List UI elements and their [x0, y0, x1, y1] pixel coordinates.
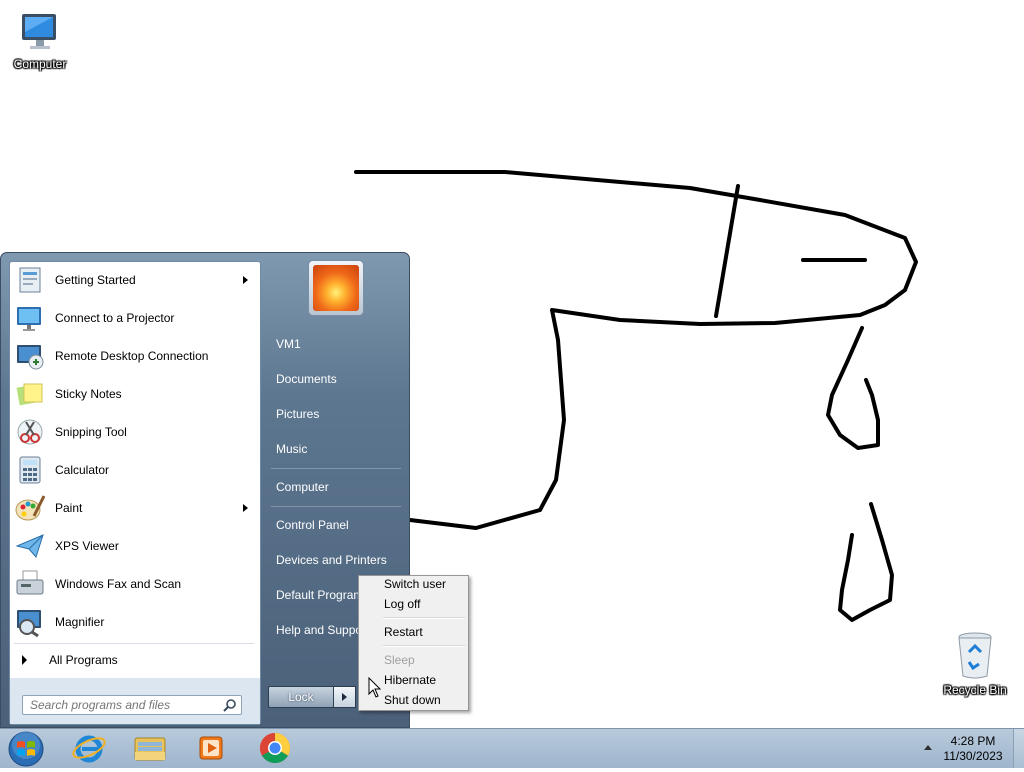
getting-started-icon	[19, 267, 41, 293]
link-devices-printers[interactable]: Devices and Printers	[276, 553, 387, 567]
right-pane-separator	[271, 506, 401, 507]
link-control-panel[interactable]: Control Panel	[276, 518, 349, 532]
all-programs-label: All Programs	[49, 653, 118, 667]
program-label: Windows Fax and Scan	[55, 577, 182, 591]
magnifier-icon	[17, 610, 41, 638]
program-label: Connect to a Projector	[55, 311, 175, 325]
show-desktop-button[interactable]	[1013, 729, 1024, 768]
submenu-arrow-icon	[243, 276, 248, 284]
paint-icon	[15, 495, 46, 521]
program-calculator[interactable]: Calculator	[12, 452, 258, 488]
folder-icon	[134, 737, 166, 761]
all-programs-button[interactable]: All Programs	[12, 648, 258, 672]
program-label: Paint	[55, 501, 83, 515]
search-input[interactable]	[30, 698, 210, 712]
windows-orb-icon	[8, 731, 44, 767]
program-label: Remote Desktop Connection	[55, 349, 209, 363]
link-user-folder[interactable]: VM1	[276, 337, 301, 351]
programs-divider	[14, 643, 254, 644]
remote-desktop-icon	[17, 345, 44, 370]
program-label: Magnifier	[55, 615, 105, 629]
submenu-arrow-icon	[243, 504, 248, 512]
start-menu-programs-pane: Getting Started Connect to a Projector R…	[9, 261, 261, 725]
program-connect-projector[interactable]: Connect to a Projector	[12, 300, 258, 336]
program-paint[interactable]: Paint	[12, 490, 258, 526]
search-area	[10, 678, 260, 724]
link-documents[interactable]: Documents	[276, 372, 337, 386]
menu-item-hibernate[interactable]: Hibernate	[384, 673, 436, 687]
computer-icon	[22, 14, 56, 49]
taskbar-internet-explorer[interactable]	[70, 730, 108, 766]
expand-arrow-icon	[22, 655, 27, 665]
program-xps-viewer[interactable]: XPS Viewer	[12, 528, 258, 564]
calculator-icon	[19, 456, 41, 484]
link-default-programs[interactable]: Default Programs	[276, 588, 369, 602]
lock-button[interactable]: Lock	[268, 686, 334, 708]
projector-icon	[17, 307, 41, 331]
power-options-button[interactable]	[334, 686, 356, 708]
program-magnifier[interactable]: Magnifier	[12, 604, 258, 640]
media-player-icon	[199, 736, 223, 760]
program-snipping-tool[interactable]: Snipping Tool	[12, 414, 258, 450]
snipping-tool-icon	[17, 419, 43, 445]
system-clock[interactable]: 4:28 PM 11/30/2023	[940, 734, 1006, 764]
start-button[interactable]	[6, 729, 44, 767]
menu-separator	[383, 645, 465, 647]
desktop-icon-label: Recycle Bin	[943, 683, 1007, 697]
right-pane-separator	[271, 468, 401, 469]
taskbar-media-player[interactable]	[192, 730, 230, 766]
program-label: Calculator	[55, 463, 110, 477]
clock-date: 11/30/2023	[943, 749, 1003, 763]
desktop-icon-computer[interactable]: Computer	[0, 10, 80, 71]
start-menu: Getting Started Connect to a Projector R…	[0, 252, 410, 728]
program-remote-desktop[interactable]: Remote Desktop Connection	[12, 338, 258, 374]
recycle-bin-icon	[958, 632, 992, 679]
sticky-notes-icon	[16, 383, 43, 406]
taskbar: 4:28 PM 11/30/2023	[0, 728, 1024, 768]
fax-scan-icon	[16, 570, 44, 595]
taskbar-windows-explorer[interactable]	[131, 730, 169, 766]
menu-item-shut-down[interactable]: Shut down	[384, 693, 441, 707]
menu-separator	[383, 617, 465, 619]
chrome-icon	[259, 733, 291, 764]
link-music[interactable]: Music	[276, 442, 307, 456]
program-label: Sticky Notes	[55, 387, 122, 401]
desktop-icon-label: Computer	[13, 57, 67, 71]
mouse-cursor-icon	[368, 677, 382, 698]
program-label: XPS Viewer	[55, 539, 119, 553]
show-hidden-icons-button[interactable]	[924, 745, 932, 750]
internet-explorer-icon	[72, 735, 106, 763]
link-computer[interactable]: Computer	[276, 480, 329, 494]
program-fax-scan[interactable]: Windows Fax and Scan	[12, 566, 258, 602]
user-avatar[interactable]	[308, 260, 364, 316]
taskbar-chrome[interactable]	[256, 730, 294, 766]
link-help-support[interactable]: Help and Support	[276, 623, 369, 637]
menu-item-switch-user[interactable]: Switch user	[384, 577, 446, 591]
xps-viewer-icon	[15, 534, 44, 558]
chevron-right-icon	[342, 693, 347, 701]
program-label: Snipping Tool	[55, 425, 127, 439]
menu-item-log-off[interactable]: Log off	[384, 597, 420, 611]
desktop-icon-recycle-bin[interactable]: Recycle Bin	[935, 630, 1015, 697]
program-sticky-notes[interactable]: Sticky Notes	[12, 376, 258, 412]
search-icon[interactable]	[223, 698, 237, 712]
program-label: Getting Started	[55, 273, 136, 287]
link-pictures[interactable]: Pictures	[276, 407, 319, 421]
program-getting-started[interactable]: Getting Started	[12, 262, 258, 298]
search-box[interactable]	[22, 695, 242, 715]
menu-item-restart[interactable]: Restart	[384, 625, 423, 639]
menu-item-sleep: Sleep	[384, 653, 415, 667]
clock-time: 4:28 PM	[950, 734, 996, 748]
flower-avatar-icon	[313, 265, 359, 311]
